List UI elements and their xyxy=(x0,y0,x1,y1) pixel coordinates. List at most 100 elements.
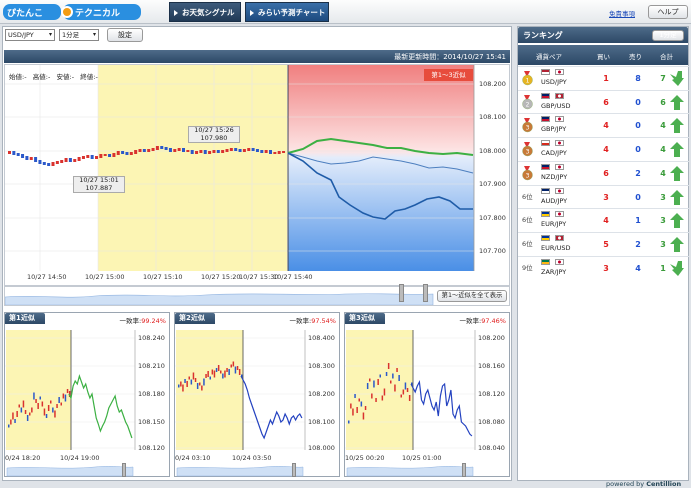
y-tick: 108.180 xyxy=(138,390,165,398)
candle xyxy=(129,152,133,155)
x-tick: 0/24 03:10 xyxy=(175,454,211,462)
similar-chart-3[interactable]: 第3近似 一致率:97.46% 108.200 108.160 108.120 … xyxy=(344,312,510,477)
candle xyxy=(18,404,20,408)
ranking-row[interactable]: 3 NZD/JPY 6 2 4 xyxy=(518,160,689,184)
candle xyxy=(247,148,251,151)
help-button[interactable]: ヘルプ xyxy=(648,5,688,19)
similar-chart-2[interactable]: 第2近似 一致率:97.54% 108.400 108.300 108.200 … xyxy=(174,312,340,477)
y-tick: 108.400 xyxy=(308,334,335,342)
similar-chart-1[interactable]: 第1近似 一致率:99.24% 108.240 108.210 108.180 … xyxy=(4,312,170,477)
ranking-row[interactable]: 6位 EUR/USD 5 2 3 xyxy=(518,231,689,255)
similar-title: 第2近似 xyxy=(175,313,215,324)
navigator-handle-right[interactable] xyxy=(423,284,428,302)
candle xyxy=(66,389,69,393)
medal-rank: 1 xyxy=(526,78,530,85)
main-chart[interactable]: 始値:- 高値:- 安値:- 終値:- 第1〜3近似 10/27 15:26 10… xyxy=(4,64,510,286)
candle xyxy=(199,150,203,153)
similar-title-text: 第2近似 xyxy=(179,314,205,322)
candle xyxy=(205,374,207,378)
col-total[interactable]: 合計 xyxy=(660,51,673,61)
candle xyxy=(142,149,146,152)
sell-count: 0 xyxy=(635,121,641,131)
candle xyxy=(383,388,386,396)
ranking-row[interactable]: 9位 ZAR/JPY 3 4 1 xyxy=(518,255,689,279)
navigator-handle-left[interactable] xyxy=(399,284,404,302)
candle xyxy=(352,408,354,416)
candle xyxy=(26,415,29,421)
candle xyxy=(392,373,394,379)
candle xyxy=(45,414,48,418)
ranking-row[interactable]: 3 CAD/JPY 4 0 4 xyxy=(518,137,689,160)
buy-count: 3 xyxy=(603,263,609,273)
candle xyxy=(116,151,120,155)
flag-icon xyxy=(541,116,550,123)
flag-icon xyxy=(541,140,550,147)
candle xyxy=(186,381,188,387)
col-pair: 通貨ペア xyxy=(536,53,562,61)
rank-label: 9位 xyxy=(522,263,533,272)
medal-rank: 2 xyxy=(526,101,530,108)
similar-title: 第3近似 xyxy=(345,313,385,324)
navigator-handle[interactable] xyxy=(292,463,296,477)
updated-value: 2014/10/27 15:41 xyxy=(443,53,506,61)
candle xyxy=(182,384,184,392)
candle xyxy=(229,148,233,151)
ohlc-low: 安値:- xyxy=(56,73,75,81)
candle xyxy=(225,149,229,152)
ranking-row[interactable]: 6位 EUR/JPY 4 1 3 xyxy=(518,208,689,231)
up-arrow-icon xyxy=(670,189,684,205)
app-logo[interactable]: ぴたんこ テクニカル xyxy=(3,3,143,21)
match-label: 一致率: xyxy=(119,317,142,325)
col-sell: 売り xyxy=(629,53,642,61)
disclaimer-link[interactable]: 免責事項 xyxy=(609,8,635,18)
ranking-header: ランキング 1分足 xyxy=(518,27,688,43)
ranking-row[interactable]: 2 GBP/USD 6 0 6 xyxy=(518,89,689,113)
history-highlight xyxy=(98,65,287,271)
sell-count: 0 xyxy=(635,145,641,155)
candle xyxy=(390,380,392,384)
y-tick: 108.300 xyxy=(308,362,335,370)
navigator-handle[interactable] xyxy=(462,463,466,477)
sell-count: 8 xyxy=(635,74,641,83)
candle xyxy=(138,149,142,152)
candle xyxy=(207,371,209,377)
candle xyxy=(230,364,232,368)
x-tick: 10/25 01:00 xyxy=(402,454,442,462)
settings-button[interactable]: 設定 xyxy=(107,28,143,42)
forecast-tag: 第1〜3近似 xyxy=(424,69,473,81)
show-all-button[interactable]: 第1〜近似を全て表示 xyxy=(437,290,507,302)
flag-icon xyxy=(555,163,564,170)
candle xyxy=(51,162,55,166)
tab-label: みらい予測チャート xyxy=(258,8,326,17)
ranking-row[interactable]: 1 USD/JPY 1 8 7 xyxy=(518,66,689,89)
navigator[interactable]: 第1〜近似を全て表示 xyxy=(4,284,510,306)
candle xyxy=(103,154,107,156)
up-arrow-icon xyxy=(670,94,684,110)
similar-title: 第1近似 xyxy=(5,313,45,324)
ranking-row[interactable]: 3 GBP/JPY 4 0 4 xyxy=(518,113,689,136)
ranking-interval-button[interactable]: 1分足 xyxy=(652,30,684,41)
total-count: 4 xyxy=(660,145,666,155)
ohlc-label: 安値 xyxy=(56,73,70,81)
candle xyxy=(41,401,44,407)
total-count: 1 xyxy=(660,263,666,273)
interval-select[interactable]: 1分足 xyxy=(59,29,99,41)
navigator-handle[interactable] xyxy=(122,463,126,477)
interval-select-value: 1分足 xyxy=(62,31,80,39)
candle xyxy=(228,369,230,375)
y-tick: 108.210 xyxy=(138,362,165,370)
candle xyxy=(190,379,193,385)
tab-weather-signal[interactable]: お天気シグナル xyxy=(169,2,241,22)
ranking-row[interactable]: 6位 AUD/JPY 3 0 3 xyxy=(518,184,689,208)
similar-forecast-line xyxy=(240,375,303,440)
y-tick: 107.900 xyxy=(479,180,506,188)
y-tick: 108.100 xyxy=(308,418,335,426)
candle xyxy=(24,410,27,414)
rank-label: 6位 xyxy=(522,239,533,248)
rank-label: 6位 xyxy=(522,192,533,201)
tab-future-chart[interactable]: みらい予測チャート xyxy=(245,2,329,22)
total-count: 3 xyxy=(660,216,666,226)
candle xyxy=(68,158,72,162)
pair-select[interactable]: USD/JPY xyxy=(5,29,55,41)
candle xyxy=(348,420,350,424)
